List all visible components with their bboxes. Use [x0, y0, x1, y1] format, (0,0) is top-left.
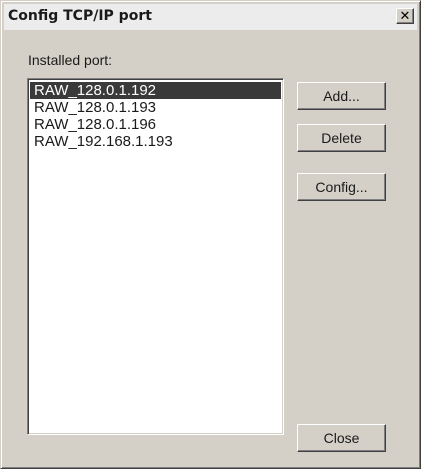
list-item[interactable]: RAW_128.0.1.192	[30, 82, 281, 99]
dialog-title: Config TCP/IP port	[8, 8, 152, 24]
title-bar[interactable]: Config TCP/IP port ✕	[4, 4, 417, 30]
close-icon[interactable]: ✕	[396, 8, 414, 24]
installed-port-list[interactable]: RAW_128.0.1.192 RAW_128.0.1.193 RAW_128.…	[27, 78, 284, 435]
installed-port-label: Installed port:	[28, 52, 113, 68]
list-item[interactable]: RAW_192.168.1.193	[30, 133, 281, 150]
delete-button[interactable]: Delete	[297, 124, 386, 152]
add-button[interactable]: Add...	[297, 82, 386, 110]
list-item[interactable]: RAW_128.0.1.193	[30, 99, 281, 116]
list-item[interactable]: RAW_128.0.1.196	[30, 116, 281, 133]
config-button[interactable]: Config...	[297, 173, 386, 201]
config-tcpip-dialog: Config TCP/IP port ✕ Installed port: RAW…	[0, 0, 421, 469]
close-button[interactable]: Close	[297, 424, 386, 452]
